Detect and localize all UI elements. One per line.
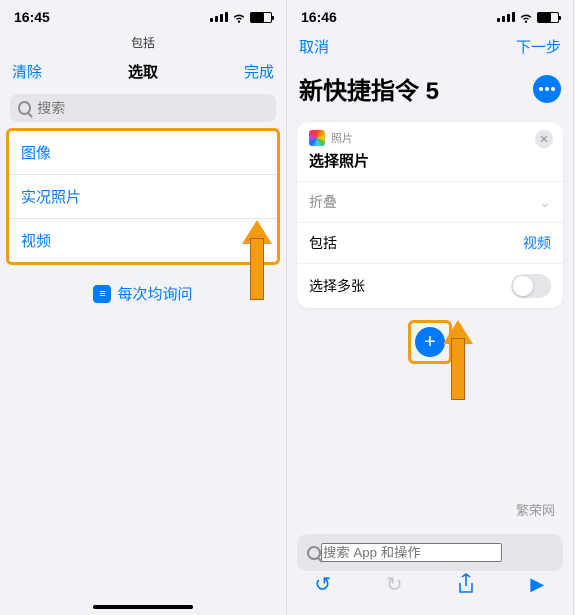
search-bar[interactable] [10, 94, 276, 122]
include-row[interactable]: 包括 视频 [297, 222, 563, 263]
search-input[interactable] [37, 100, 268, 116]
media-type-list: 图像 实况照片 视频 ✓ [6, 128, 280, 265]
bottom-toolbar: ↺ ↻ ▶ [287, 567, 573, 609]
add-action-button[interactable]: + [415, 327, 445, 357]
status-icons [497, 10, 559, 24]
done-button[interactable]: 完成 [244, 61, 274, 82]
search-icon [307, 546, 321, 560]
include-header: 包括 [0, 30, 286, 55]
card-app-label: 照片 [331, 130, 353, 146]
title-row: 新快捷指令 5 [287, 63, 573, 114]
picker-nav: 清除 选取 完成 [0, 55, 286, 88]
action-search-input[interactable] [321, 543, 502, 562]
action-search-bar[interactable] [297, 534, 563, 571]
include-label: 包括 [309, 233, 337, 253]
battery-icon [250, 12, 272, 23]
wifi-icon [232, 10, 246, 24]
watermark: 繁荣网 [516, 500, 555, 519]
close-icon[interactable]: ✕ [535, 130, 553, 148]
search-icon [18, 101, 31, 115]
battery-icon [537, 12, 559, 23]
undo-button[interactable]: ↺ [312, 573, 334, 595]
chevron-down-icon: ⌄ [539, 194, 551, 211]
more-button[interactable] [533, 75, 561, 103]
home-indicator[interactable] [93, 605, 193, 609]
annotation-arrow [443, 320, 473, 400]
status-time: 16:45 [14, 9, 50, 25]
card-action-title: 选择照片 [297, 150, 563, 181]
redo-button: ↻ [383, 573, 405, 595]
card-header: 照片 ✕ [297, 122, 563, 150]
share-button[interactable] [455, 573, 477, 595]
run-button[interactable]: ▶ [526, 573, 548, 595]
fold-label: 折叠 [309, 192, 337, 212]
photos-app-icon [309, 130, 325, 146]
editor-nav: 取消 下一步 [287, 30, 573, 63]
status-icons [210, 10, 272, 24]
ask-label: 每次均询问 [117, 283, 192, 304]
next-button[interactable]: 下一步 [516, 36, 561, 57]
clear-button[interactable]: 清除 [12, 61, 42, 82]
list-item-image[interactable]: 图像 [9, 131, 277, 175]
fold-row[interactable]: 折叠 ⌄ [297, 181, 563, 222]
add-action-wrap: + [287, 320, 573, 364]
multi-select-row: 选择多张 [297, 263, 563, 308]
annotation-arrow [242, 220, 272, 300]
ask-icon: ≡ [93, 285, 111, 303]
include-value: 视频 [523, 233, 551, 253]
wifi-icon [519, 10, 533, 24]
multi-label: 选择多张 [309, 276, 365, 296]
list-item-label: 视频 [21, 230, 51, 251]
left-screen: 16:45 包括 清除 选取 完成 图像 实况照片 视频 ✓ ≡ 每次均询问 [0, 0, 287, 615]
status-bar: 16:46 [287, 0, 573, 30]
status-time: 16:46 [301, 9, 337, 25]
list-item-label: 实况照片 [21, 186, 81, 207]
signal-icon [497, 12, 515, 22]
status-bar: 16:45 [0, 0, 286, 30]
picker-title: 选取 [128, 61, 158, 82]
list-item-label: 图像 [21, 142, 51, 163]
list-item-live-photo[interactable]: 实况照片 [9, 175, 277, 219]
right-screen: 16:46 取消 下一步 新快捷指令 5 照片 ✕ 选择照片 折叠 ⌄ 包括 视… [287, 0, 574, 615]
multi-toggle[interactable] [511, 274, 551, 298]
list-item-video[interactable]: 视频 ✓ [9, 219, 277, 262]
shortcut-title[interactable]: 新快捷指令 5 [299, 71, 439, 106]
action-card: 照片 ✕ 选择照片 折叠 ⌄ 包括 视频 选择多张 [297, 122, 563, 308]
cancel-button[interactable]: 取消 [299, 36, 329, 57]
signal-icon [210, 12, 228, 22]
